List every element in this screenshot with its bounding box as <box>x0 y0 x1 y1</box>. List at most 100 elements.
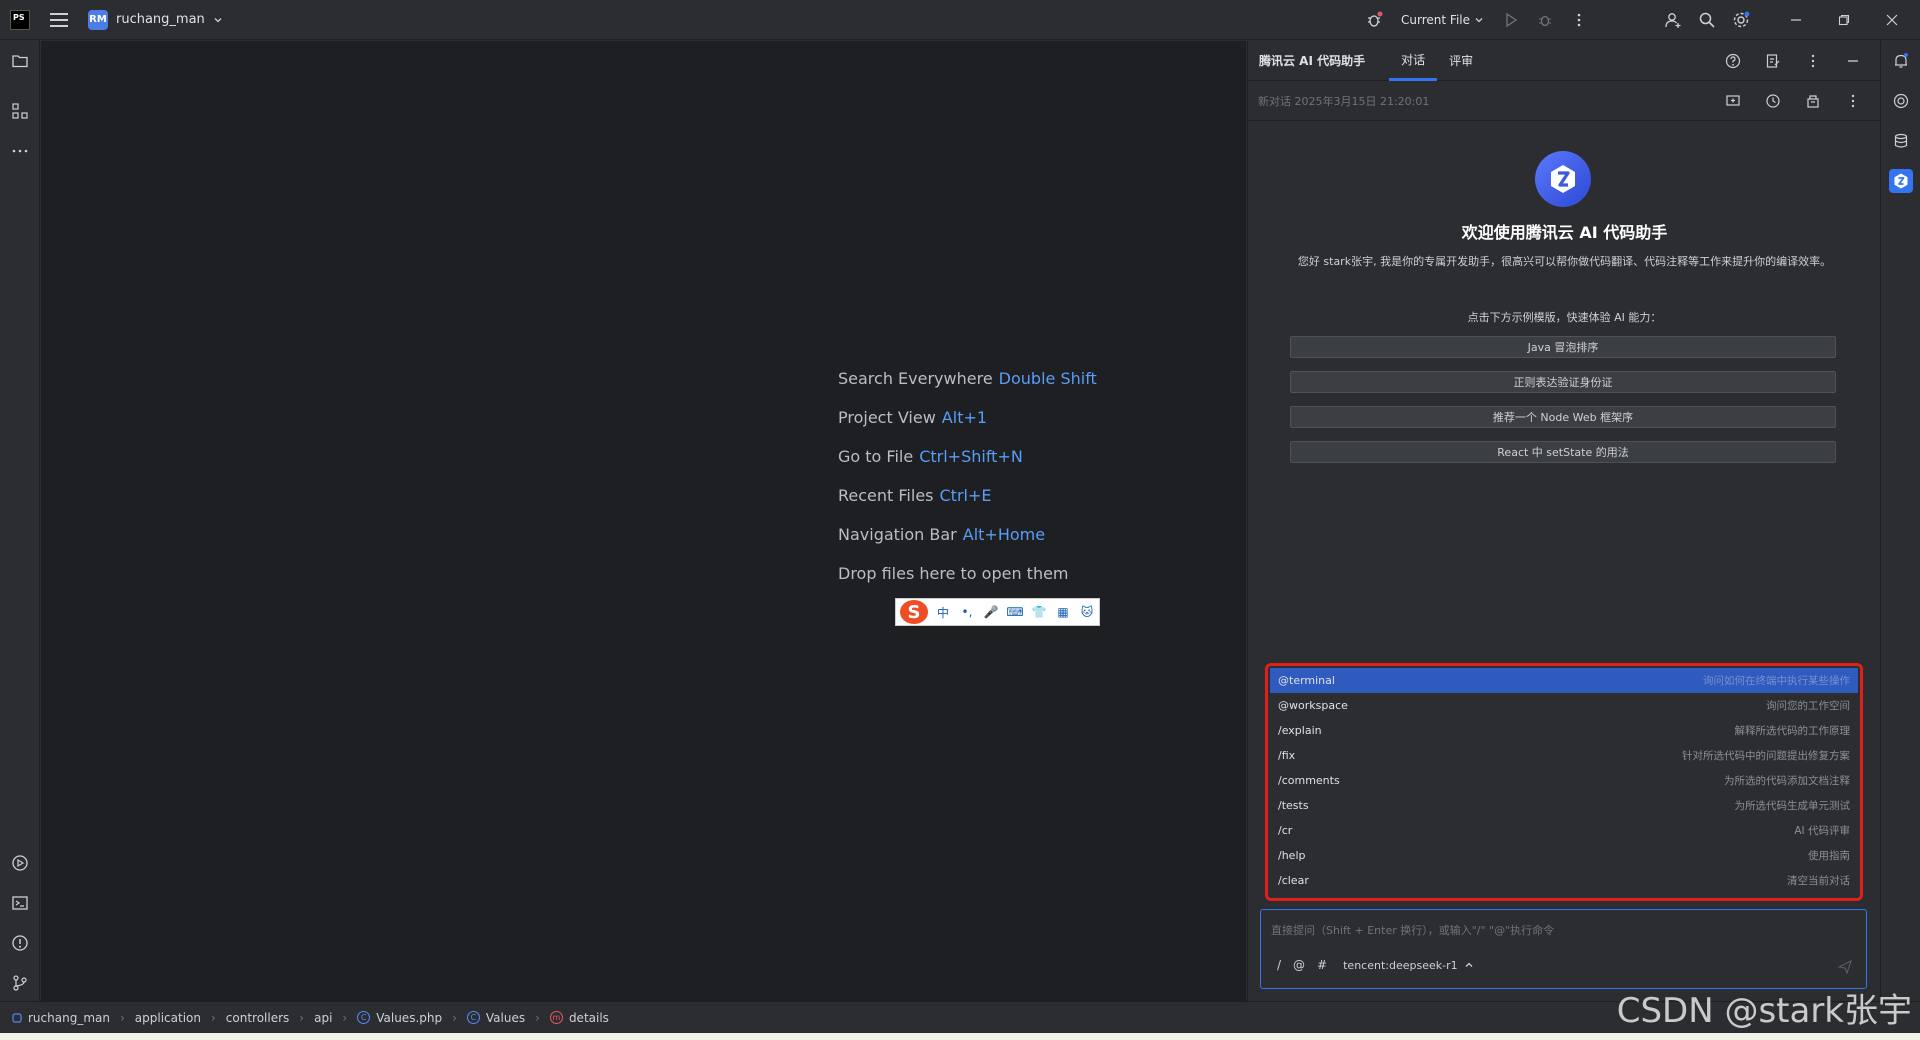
shortcut-label: Ctrl+E <box>939 486 992 505</box>
edit-document-icon[interactable] <box>1761 49 1785 73</box>
clear-chat-icon[interactable] <box>1801 89 1825 113</box>
project-folder-icon[interactable] <box>8 49 32 73</box>
tencent-ai-tool-icon[interactable] <box>1889 169 1913 193</box>
breadcrumb-item[interactable]: api <box>314 1011 332 1025</box>
title-bar: PS RM ruchang_man Current File <box>0 0 1920 40</box>
example-button[interactable]: React 中 setState 的用法 <box>1290 441 1836 463</box>
chevron-down-icon <box>1475 18 1483 23</box>
chat-input[interactable]: 直接提问（Shift + Enter 换行），或输入"/" "@"执行命令 / … <box>1260 909 1867 989</box>
new-chat-icon[interactable] <box>1721 89 1745 113</box>
database-icon[interactable] <box>1889 129 1913 153</box>
class-icon: C <box>466 1011 480 1024</box>
send-icon[interactable] <box>1837 959 1852 977</box>
reference-button[interactable]: # <box>1317 958 1327 972</box>
hint-navigation-bar: Navigation Bar Alt+Home <box>838 525 1046 544</box>
main-menu-icon[interactable] <box>50 12 68 27</box>
ai-assistant-swirl-icon[interactable] <box>1889 89 1913 113</box>
close-window-icon[interactable] <box>1880 8 1904 32</box>
minimize-window-icon[interactable] <box>1784 8 1808 32</box>
command-item-clear[interactable]: /clear 清空当前对话 <box>1270 868 1858 893</box>
right-tool-strip <box>1880 41 1920 1001</box>
ime-toolbar[interactable]: S 中 •, 🎤 ⌨ 👕 ▦ 🐱 <box>895 598 1100 626</box>
chevron-up-icon <box>1465 962 1473 967</box>
project-selector[interactable]: RM ruchang_man <box>88 9 223 30</box>
chevron-right-icon: › <box>119 1010 125 1025</box>
model-selector[interactable]: tencent:deepseek-r1 <box>1343 959 1474 972</box>
command-item-explain[interactable]: /explain 解释所选代码的工作原理 <box>1270 718 1858 743</box>
help-icon[interactable] <box>1721 49 1745 73</box>
shortcut-label: Double Shift <box>998 369 1097 388</box>
ime-keyboard-icon[interactable]: ⌨ <box>1006 605 1024 619</box>
example-button[interactable]: 推荐一个 Node Web 框架序 <box>1290 406 1836 428</box>
shortcut-label: Ctrl+Shift+N <box>919 447 1023 466</box>
terminal-icon[interactable] <box>8 891 32 915</box>
more-vertical-icon[interactable] <box>1801 49 1825 73</box>
hint-project-view: Project View Alt+1 <box>838 408 988 427</box>
breadcrumb-item[interactable]: application <box>135 1011 201 1025</box>
add-user-icon[interactable] <box>1661 8 1685 32</box>
shortcut-label: Alt+1 <box>941 408 988 427</box>
problems-icon[interactable] <box>8 931 32 955</box>
example-button[interactable]: 正则表达验证身份证 <box>1290 371 1836 393</box>
command-item-tests[interactable]: /tests 为所选代码生成单元测试 <box>1270 793 1858 818</box>
restore-window-icon[interactable] <box>1832 8 1856 32</box>
project-avatar: RM <box>88 9 108 30</box>
command-item-comments[interactable]: /comments 为所选的代码添加文档注释 <box>1270 768 1858 793</box>
breadcrumb-item[interactable]: Values.php <box>376 1011 442 1025</box>
session-title: 新对话 2025年3月15日 21:20:01 <box>1258 94 1430 108</box>
mention-button[interactable]: @ <box>1293 958 1305 972</box>
run-icon[interactable] <box>1499 8 1523 32</box>
slash-command-button[interactable]: / <box>1277 958 1281 972</box>
command-item-terminal[interactable]: @terminal 询问如何在终端中执行某些操作 <box>1270 668 1858 693</box>
search-icon[interactable] <box>1695 8 1719 32</box>
example-hint: 点击下方示例模版，快速体验 AI 能力： <box>1467 311 1662 324</box>
git-branch-icon[interactable] <box>8 971 32 995</box>
project-name: ruchang_man <box>116 12 205 27</box>
services-icon[interactable] <box>8 851 32 875</box>
command-item-workspace[interactable]: @workspace 询问您的工作空间 <box>1270 693 1858 718</box>
app-logo: PS <box>10 9 30 30</box>
breadcrumb-item[interactable]: controllers <box>226 1011 290 1025</box>
breadcrumb-item[interactable]: details <box>569 1011 609 1025</box>
chevron-down-icon <box>214 17 222 22</box>
command-item-cr[interactable]: /cr AI 代码评审 <box>1270 818 1858 843</box>
ime-logo: S <box>900 600 928 624</box>
chevron-right-icon: › <box>342 1010 348 1025</box>
project-module-icon <box>12 1012 22 1023</box>
run-configuration-selector[interactable]: Current File <box>1401 13 1484 27</box>
welcome-description: 您好 stark张宇, 我是你的专属开发助手，很高兴可以帮你做代码翻译、代码注释… <box>1297 255 1832 268</box>
ime-microphone-icon[interactable]: 🎤 <box>982 605 1000 619</box>
hint-go-to-file: Go to File Ctrl+Shift+N <box>838 447 1023 466</box>
more-vertical-icon[interactable] <box>1841 89 1865 113</box>
bottom-strip <box>0 1033 1920 1040</box>
editor-empty-area[interactable]: Search Everywhere Double Shift Project Vi… <box>41 41 1246 1001</box>
history-icon[interactable] <box>1761 89 1785 113</box>
hide-panel-icon[interactable] <box>1841 49 1865 73</box>
csdn-watermark: CSDN @stark张宇 <box>1616 991 1912 1031</box>
hint-drop-files: Drop files here to open them <box>838 564 1069 583</box>
debug-bug-icon[interactable] <box>1362 8 1386 32</box>
breadcrumb-item[interactable]: Values <box>486 1011 525 1025</box>
command-item-help[interactable]: /help 使用指南 <box>1270 843 1858 868</box>
notifications-bell-icon[interactable] <box>1889 49 1913 73</box>
method-icon: m <box>549 1011 563 1024</box>
hint-recent-files: Recent Files Ctrl+E <box>838 486 992 505</box>
more-horizontal-icon[interactable] <box>8 139 32 163</box>
ime-skin-icon[interactable]: 👕 <box>1030 605 1048 619</box>
tab-review[interactable]: 评审 <box>1437 41 1485 81</box>
breadcrumb-item[interactable]: ruchang_man <box>28 1011 110 1025</box>
command-popup: @terminal 询问如何在终端中执行某些操作 @workspace 询问您的工作… <box>1265 663 1863 901</box>
ime-toolbox-icon[interactable]: ▦ <box>1054 605 1072 619</box>
more-vertical-icon[interactable] <box>1567 8 1591 32</box>
ime-mascot-icon[interactable]: 🐱 <box>1078 605 1096 619</box>
structure-icon[interactable] <box>8 99 32 123</box>
example-button[interactable]: Java 冒泡排序 <box>1290 336 1836 358</box>
tab-chat[interactable]: 对话 <box>1389 41 1438 81</box>
ime-chinese-mode[interactable]: 中 <box>934 604 952 621</box>
settings-gear-icon[interactable] <box>1729 8 1753 32</box>
session-bar: 新对话 2025年3月15日 21:20:01 <box>1248 81 1880 121</box>
command-item-fix[interactable]: /fix 针对所选代码中的问题提出修复方案 <box>1270 743 1858 768</box>
ime-punctuation[interactable]: •, <box>958 605 976 619</box>
chat-input-placeholder: 直接提问（Shift + Enter 换行），或输入"/" "@"执行命令 <box>1271 924 1555 937</box>
debug-icon[interactable] <box>1533 8 1557 32</box>
